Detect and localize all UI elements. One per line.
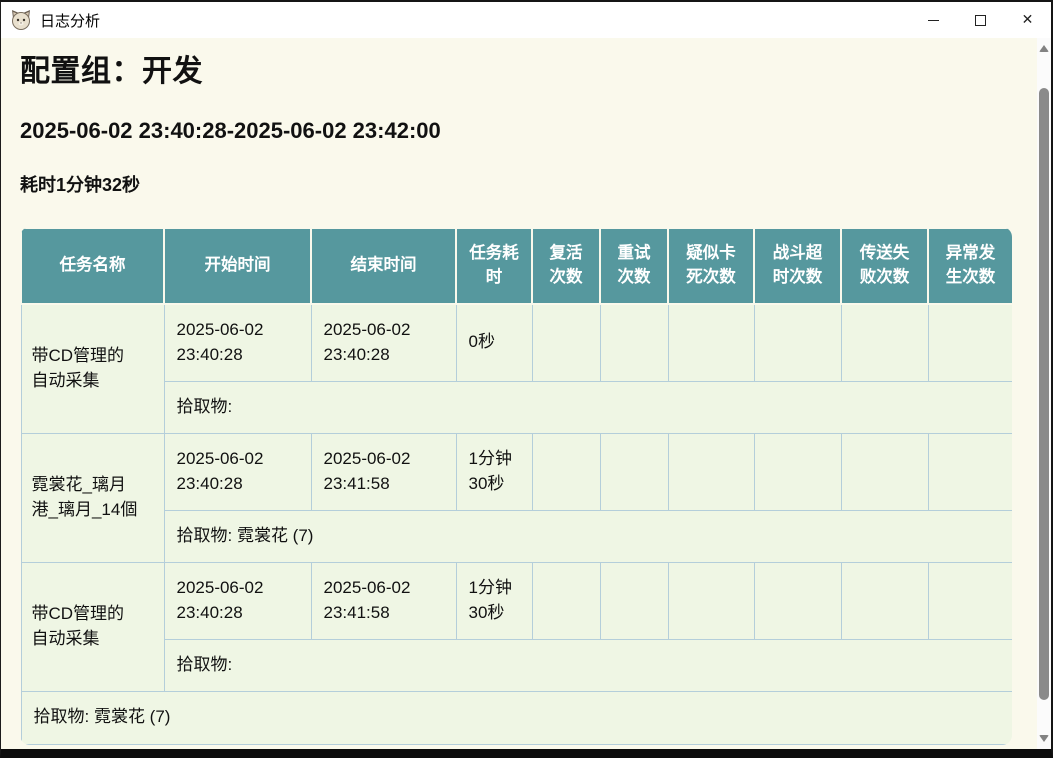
retry-count-cell (600, 562, 668, 639)
pickup-cell: 拾取物: 霓裳花 (7) (164, 510, 1012, 562)
maximize-icon (975, 15, 986, 26)
retry-count-cell (600, 433, 668, 510)
end-time-cell: 2025-06-02 23:40:28 (311, 304, 456, 381)
table-header-row: 任务名称开始时间结束时间任务耗时复活次数重试次数疑似卡死次数战斗超时次数传送失败… (21, 228, 1012, 304)
app-icon (10, 9, 32, 31)
exception-count-cell (928, 562, 1012, 639)
exception-count-cell (928, 304, 1012, 381)
pickup-row: 拾取物: (21, 381, 1012, 433)
battle-timeout-count-cell (754, 433, 841, 510)
titlebar: 日志分析 ✕ (1, 2, 1051, 38)
task-name-cell: 带CD管理的自动采集 (21, 562, 164, 691)
teleport-fail-count-cell (841, 433, 928, 510)
total-duration: 耗时1分钟32秒 (20, 175, 1051, 195)
column-header-2: 结束时间 (311, 228, 456, 304)
column-header-9: 异常发生次数 (928, 228, 1012, 304)
column-header-4: 复活次数 (532, 228, 600, 304)
revive-count-cell (532, 562, 600, 639)
start-time-cell: 2025-06-02 23:40:28 (164, 562, 311, 639)
window-title: 日志分析 (40, 10, 100, 31)
summary-row: 拾取物: 霓裳花 (7) (21, 691, 1012, 744)
close-icon: ✕ (1022, 13, 1034, 27)
stuck-count-cell (668, 304, 754, 381)
revive-count-cell (532, 304, 600, 381)
log-table: 任务名称开始时间结束时间任务耗时复活次数重试次数疑似卡死次数战斗超时次数传送失败… (20, 227, 1012, 745)
pickup-row: 拾取物: 霓裳花 (7) (21, 510, 1012, 562)
revive-count-cell (532, 433, 600, 510)
start-time-cell: 2025-06-02 23:40:28 (164, 433, 311, 510)
column-header-7: 战斗超时次数 (754, 228, 841, 304)
task-log-table: 任务名称开始时间结束时间任务耗时复活次数重试次数疑似卡死次数战斗超时次数传送失败… (20, 227, 1012, 745)
retry-count-cell (600, 304, 668, 381)
stuck-count-cell (668, 433, 754, 510)
task-name-cell: 带CD管理的自动采集 (21, 304, 164, 433)
teleport-fail-count-cell (841, 304, 928, 381)
column-header-8: 传送失败次数 (841, 228, 928, 304)
scroll-up-arrow-icon[interactable] (1039, 45, 1049, 52)
duration-cell: 1分钟30秒 (456, 433, 532, 510)
pickup-cell: 拾取物: (164, 381, 1012, 433)
end-time-cell: 2025-06-02 23:41:58 (311, 562, 456, 639)
battle-timeout-count-cell (754, 562, 841, 639)
maximize-button[interactable] (957, 2, 1004, 38)
column-header-0: 任务名称 (21, 228, 164, 304)
column-header-3: 任务耗时 (456, 228, 532, 304)
battle-timeout-count-cell (754, 304, 841, 381)
duration-cell: 1分钟30秒 (456, 562, 532, 639)
time-range: 2025-06-02 23:40:28-2025-06-02 23:42:00 (20, 119, 1051, 143)
column-header-6: 疑似卡死次数 (668, 228, 754, 304)
pickup-cell: 拾取物: (164, 639, 1012, 691)
scroll-down-arrow-icon[interactable] (1039, 735, 1049, 742)
config-group-title: 配置组：开发 (20, 55, 1051, 88)
start-time-cell: 2025-06-02 23:40:28 (164, 304, 311, 381)
window-controls: ✕ (910, 2, 1051, 38)
task-row: 霓裳花_璃月港_璃月_14個2025-06-02 23:40:282025-06… (21, 433, 1012, 510)
vertical-scrollbar[interactable] (1037, 38, 1051, 749)
minimize-icon (928, 20, 939, 21)
column-header-5: 重试次数 (600, 228, 668, 304)
teleport-fail-count-cell (841, 562, 928, 639)
task-name-cell: 霓裳花_璃月港_璃月_14個 (21, 433, 164, 562)
end-time-cell: 2025-06-02 23:41:58 (311, 433, 456, 510)
table-body: 带CD管理的自动采集2025-06-02 23:40:282025-06-02 … (21, 304, 1012, 744)
app-window: 日志分析 ✕ 配置组：开发 2025-06-02 23:40:28-2025-0… (0, 0, 1053, 758)
stuck-count-cell (668, 562, 754, 639)
summary-pickup-cell: 拾取物: 霓裳花 (7) (21, 691, 1012, 744)
minimize-button[interactable] (910, 2, 957, 38)
task-row: 带CD管理的自动采集2025-06-02 23:40:282025-06-02 … (21, 562, 1012, 639)
duration-cell: 0秒 (456, 304, 532, 381)
content-area: 配置组：开发 2025-06-02 23:40:28-2025-06-02 23… (1, 38, 1051, 749)
task-row: 带CD管理的自动采集2025-06-02 23:40:282025-06-02 … (21, 304, 1012, 381)
scrollbar-thumb[interactable] (1039, 88, 1049, 700)
pickup-row: 拾取物: (21, 639, 1012, 691)
column-header-1: 开始时间 (164, 228, 311, 304)
exception-count-cell (928, 433, 1012, 510)
close-button[interactable]: ✕ (1004, 2, 1051, 38)
